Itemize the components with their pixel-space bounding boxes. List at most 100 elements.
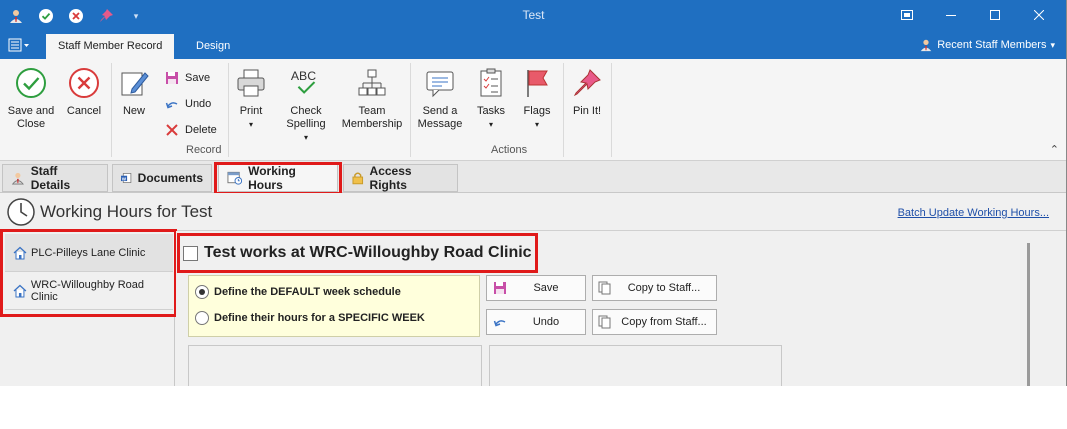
save-close-icon (14, 65, 48, 101)
clinic-label: PLC-Pilleys Lane Clinic (31, 246, 146, 259)
check-spelling-label: Check Spelling (286, 105, 326, 130)
batch-update-link[interactable]: Batch Update Working Hours... (898, 207, 1049, 219)
radio-circle (195, 311, 209, 325)
undo-hours-label: Undo (532, 316, 560, 328)
schedule-grid-left (188, 345, 482, 386)
schedule-options: Define the DEFAULT week schedule Define … (188, 275, 480, 337)
ribbon-tab-row: Staff Member Record Design Recent Staff … (0, 31, 1066, 59)
page-title: Working Hours for Test (40, 202, 213, 221)
svg-text:ABC: ABC (291, 69, 316, 83)
tab-documents[interactable]: W Documents (112, 164, 212, 192)
tab-design[interactable]: Design (184, 34, 242, 59)
tab-label: Access Rights (369, 164, 412, 192)
title-bar: ▾ Test (0, 0, 1066, 31)
send-message-button[interactable]: Send a Message (414, 65, 466, 131)
record-tabs: Staff Details W Documents Working Hours … (0, 161, 1066, 195)
working-hours-header: Working Hours for Test Batch Update Work… (0, 193, 1066, 231)
chevron-down-icon: ▾ (534, 120, 539, 129)
radio-label: Define the DEFAULT week schedule (214, 286, 401, 298)
ribbon: Save and Close Cancel New Save Undo Dele… (0, 59, 1066, 161)
chevron-down-icon: ▾ (248, 120, 253, 129)
ribbon-separator (228, 63, 229, 157)
radio-default-week[interactable]: Define the DEFAULT week schedule (195, 285, 401, 299)
tab-label: Documents (137, 171, 203, 185)
check-spelling-button[interactable]: ABC Check Spelling ▾ (276, 65, 336, 144)
spell-check-icon: ABC (289, 65, 323, 101)
delete-button[interactable]: Delete (165, 117, 217, 143)
task-checklist-icon (474, 65, 508, 101)
undo-label: Undo (185, 98, 212, 110)
recent-staff-label: Recent Staff Members (937, 39, 1047, 51)
pin-it-label: Pin It! (572, 105, 602, 117)
new-document-pencil-icon (117, 65, 151, 101)
printer-icon (234, 65, 268, 101)
house-icon (13, 284, 27, 297)
tab-access-rights[interactable]: Access Rights (343, 164, 458, 192)
tab-staff-member-record[interactable]: Staff Member Record (46, 34, 175, 59)
message-speech-icon (423, 65, 457, 101)
house-icon (13, 246, 27, 259)
staff-user-icon (11, 172, 24, 185)
chevron-down-icon: ▾ (303, 133, 308, 142)
vertical-scrollbar[interactable] (1027, 243, 1030, 386)
tasks-button[interactable]: Tasks ▾ (472, 65, 510, 131)
save-label: Save (185, 72, 211, 84)
save-hours-button[interactable]: Save (486, 275, 586, 301)
ribbon-separator (111, 63, 112, 157)
clinic-item-wrc[interactable]: WRC-Willoughby Road Clinic (5, 272, 173, 310)
pin-it-button[interactable]: Pin It! (568, 65, 606, 118)
undo-arrow-icon (493, 320, 506, 327)
copy-to-staff-label: Copy to Staff... (627, 282, 701, 294)
team-membership-button[interactable]: Team Membership (340, 65, 404, 131)
new-label: New (122, 105, 145, 117)
flag-icon (520, 65, 554, 101)
ribbon-separator (410, 63, 411, 157)
minimize-icon[interactable] (929, 4, 973, 26)
tab-label: Working Hours (248, 164, 296, 192)
app-menu-icon[interactable] (8, 36, 34, 54)
clinic-list: PLC-Pilleys Lane Clinic WRC-Willoughby R… (0, 229, 177, 386)
restore-panel-icon[interactable] (885, 4, 929, 26)
chevron-down-icon: ▾ (1050, 39, 1055, 50)
save-and-close-label: Save and Close (7, 105, 55, 130)
clinic-item-plc[interactable]: PLC-Pilleys Lane Clinic (5, 234, 173, 272)
staff-record-window: ▾ Test Staff Member Record Design Recent… (0, 0, 1067, 386)
copy-documents-icon (598, 281, 611, 295)
clinic-label: WRC-Willoughby Road Clinic (30, 278, 144, 303)
record-group-label: Record (186, 144, 222, 156)
save-and-close-button[interactable]: Save and Close (6, 65, 56, 131)
team-membership-label: Team Membership (341, 105, 403, 130)
floppy-disk-icon (494, 282, 506, 294)
svg-text:W: W (122, 176, 127, 181)
cancel-label: Cancel (66, 105, 102, 117)
tab-working-hours[interactable]: Working Hours (218, 164, 338, 192)
copy-from-staff-button[interactable]: Copy from Staff... (592, 309, 717, 335)
send-message-label: Send a Message (417, 105, 463, 130)
staff-user-icon (920, 39, 932, 52)
recent-staff-members-dropdown[interactable]: Recent Staff Members ▾ (919, 38, 1055, 52)
floppy-disk-icon (166, 72, 178, 84)
copy-to-staff-button[interactable]: Copy to Staff... (592, 275, 717, 301)
new-button[interactable]: New (116, 65, 152, 118)
undo-button[interactable]: Undo (165, 91, 217, 117)
radio-specific-week[interactable]: Define their hours for a SPECIFIC WEEK (195, 311, 425, 325)
copy-documents-icon (598, 315, 611, 329)
close-icon[interactable] (1017, 4, 1061, 26)
record-small-buttons: Save Undo Delete (165, 65, 217, 143)
works-at-label: Test works at WRC-Willoughby Road Clinic (204, 244, 532, 261)
undo-hours-button[interactable]: Undo (486, 309, 586, 335)
radio-circle (195, 285, 209, 299)
cancel-button[interactable]: Cancel (62, 65, 106, 118)
tab-staff-details[interactable]: Staff Details (2, 164, 108, 192)
save-button[interactable]: Save (165, 65, 217, 91)
works-at-checkbox[interactable]: Test works at WRC-Willoughby Road Clinic (183, 244, 532, 262)
print-button[interactable]: Print ▾ (232, 65, 270, 131)
print-label: Print (239, 105, 263, 117)
flags-button[interactable]: Flags ▾ (516, 65, 558, 131)
maximize-icon[interactable] (973, 4, 1017, 26)
flags-label: Flags (523, 105, 551, 117)
radio-label: Define their hours for a SPECIFIC WEEK (214, 312, 425, 324)
collapse-ribbon-icon[interactable]: ⌃ (1050, 143, 1059, 156)
word-document-icon: W (121, 173, 132, 183)
calendar-clock-icon (227, 171, 243, 185)
